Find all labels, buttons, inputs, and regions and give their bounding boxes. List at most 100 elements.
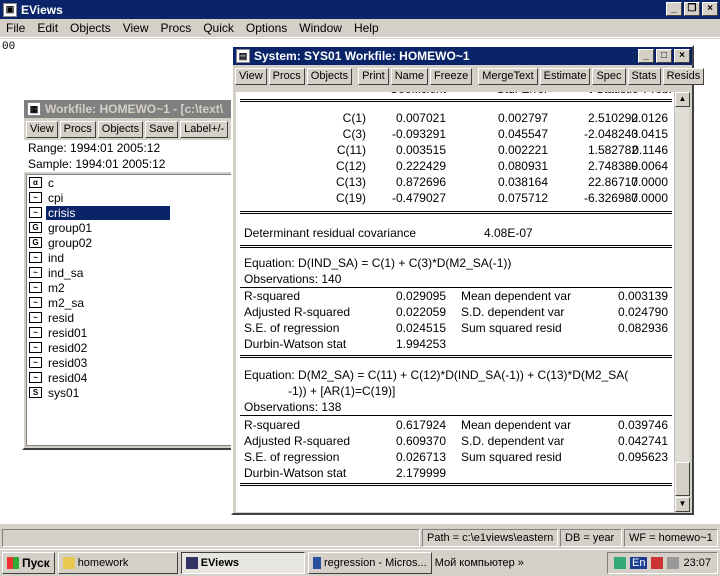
workfile-object-ind_sa[interactable]: ~ ind_sa <box>27 265 237 280</box>
menu-procs[interactable]: Procs <box>155 21 198 35</box>
workfile-object-crisis[interactable]: ~ crisis <box>27 205 237 220</box>
series-icon: ~ <box>29 252 42 263</box>
system-view-button[interactable]: View <box>235 67 267 85</box>
eq1-stat-row: R-squared 0.029095 Mean dependent var 0.003… <box>236 289 676 305</box>
workfile-object-resid01[interactable]: ~ resid01 <box>27 325 237 340</box>
eq1-stat-row: S.E. of regression 0.024515 Sum squared re… <box>236 321 676 337</box>
series-icon: ~ <box>29 342 42 353</box>
system-output: CoefficientStd. Errort-StatisticProb.C(1… <box>236 92 677 512</box>
workfile-object-label: ind_sa <box>48 265 84 280</box>
system-estimate-button[interactable]: Estimate <box>539 67 591 85</box>
eq2-stat-row: Adjusted R-squared 0.609370 S.D. dependent… <box>236 434 676 450</box>
system-close-button[interactable]: × <box>674 49 690 63</box>
coef-std-error: 0.045547 <box>497 127 548 141</box>
eq1-observations-text: Observations: 140 <box>244 272 342 286</box>
workfile-title: Workfile: HOMEWO~1 - [c:\text\ <box>45 102 224 116</box>
coef-row: C(12) 0.222429 0.080931 2.748389 0.0064 <box>236 159 676 175</box>
coef-std-error: 0.002221 <box>497 143 548 157</box>
eviews-app-icon: ▣ <box>3 2 17 17</box>
status-path: Path = c:\e1views\eastern <box>422 529 558 547</box>
stat-label: Durbin-Watson stat <box>244 337 347 351</box>
desktop-toolbar-label[interactable]: Мой компьютер <box>435 557 515 569</box>
network-icon[interactable] <box>614 557 626 569</box>
coef-std-error: 0.075712 <box>497 191 548 205</box>
system-print-button[interactable]: Print <box>358 67 389 85</box>
system-mergetext-button[interactable]: MergeText <box>478 67 538 85</box>
start-label: Пуск <box>22 556 50 570</box>
stat-label: S.E. of regression <box>244 450 340 464</box>
stat-value: 0.024790 <box>617 305 668 319</box>
workfile-icon: ▦ <box>27 102 41 116</box>
stat-value: 0.029095 <box>395 289 446 303</box>
workfile-object-cpi[interactable]: ~ cpi <box>27 190 237 205</box>
series-icon: ~ <box>29 207 42 218</box>
system-object-icon: S <box>29 387 42 398</box>
group-icon: G <box>29 237 42 248</box>
task-eviews[interactable]: EViews <box>180 552 305 574</box>
system-procs-button[interactable]: Procs <box>268 67 305 85</box>
workfile-object-ind[interactable]: ~ ind <box>27 250 237 265</box>
task-word[interactable]: regression - Micros... <box>307 552 432 574</box>
workfile-label-button[interactable]: Label+/- <box>180 120 229 138</box>
workfile-object-label: m2 <box>48 280 65 295</box>
menu-options[interactable]: Options <box>240 21 293 35</box>
stat-value: 0.026713 <box>395 450 446 464</box>
menu-edit[interactable]: Edit <box>31 21 64 35</box>
system-maximize-button[interactable]: □ <box>656 49 672 63</box>
system-objects-button[interactable]: Objects <box>306 67 353 85</box>
stat-value: 0.617924 <box>395 418 446 432</box>
toolbar-chevron-icon[interactable]: » <box>518 557 524 569</box>
system-spec-button[interactable]: Spec <box>592 67 626 85</box>
system-minimize-button[interactable]: _ <box>638 49 654 63</box>
workfile-save-button[interactable]: Save <box>145 120 179 138</box>
stat-label: R-squared <box>244 418 301 432</box>
system-name-button[interactable]: Name <box>390 67 429 85</box>
volume-icon[interactable] <box>667 557 680 569</box>
vertical-scrollbar[interactable]: ▲ ▼ <box>674 92 690 512</box>
workfile-object-label: resid01 <box>48 325 88 340</box>
tray-app-icon[interactable] <box>651 557 664 569</box>
menu-help[interactable]: Help <box>348 21 385 35</box>
scroll-thumb[interactable] <box>675 462 690 496</box>
menu-objects[interactable]: Objects <box>64 21 117 35</box>
scroll-down-arrow-icon[interactable]: ▼ <box>675 497 690 512</box>
workfile-object-resid03[interactable]: ~ resid03 <box>27 355 237 370</box>
close-button[interactable]: × <box>702 2 718 16</box>
workfile-view-button[interactable]: View <box>26 120 58 138</box>
task-homework[interactable]: homework <box>57 552 178 574</box>
stat-label: Adjusted R-squared <box>244 434 351 448</box>
workfile-object-resid[interactable]: ~ resid <box>27 310 237 325</box>
coef-std-error: 0.002797 <box>497 111 548 125</box>
coef-std-error: 0.038164 <box>497 175 548 189</box>
language-indicator[interactable]: En <box>630 557 648 569</box>
coef-prob: 0.0000 <box>631 175 668 189</box>
start-button[interactable]: Пуск <box>2 552 55 574</box>
system-stats-button[interactable]: Stats <box>627 67 661 85</box>
restore-button[interactable]: ❐ <box>684 2 700 16</box>
workfile-object-sys01[interactable]: Ssys01 <box>27 385 237 400</box>
workfile-titlebar[interactable]: ▦ Workfile: HOMEWO~1 - [c:\text\ <box>24 100 240 118</box>
scroll-up-arrow-icon[interactable]: ▲ <box>675 92 690 107</box>
system-freeze-button[interactable]: Freeze <box>430 67 473 85</box>
status-db: DB = year <box>560 529 622 547</box>
workfile-object-m2_sa[interactable]: ~ m2_sa <box>27 295 237 310</box>
stat-label: Sum squared resid <box>461 321 562 335</box>
workfile-object-group01[interactable]: Ggroup01 <box>27 220 237 235</box>
menu-quick[interactable]: Quick <box>197 21 240 35</box>
workfile-objects-button[interactable]: Objects <box>97 120 144 138</box>
minimize-button[interactable]: _ <box>666 2 682 16</box>
workfile-object-c[interactable]: αc <box>27 175 237 190</box>
header-coefficient: Coefficient <box>346 92 446 96</box>
system-resids-button[interactable]: Resids <box>662 67 705 85</box>
coef-value: 0.222429 <box>395 159 446 173</box>
workfile-object-m2[interactable]: ~ m2 <box>27 280 237 295</box>
menu-window[interactable]: Window <box>293 21 348 35</box>
eq1-equation-text: Equation: D(IND_SA) = C(1) + C(3)*D(M2_S… <box>244 256 512 270</box>
workfile-object-resid02[interactable]: ~ resid02 <box>27 340 237 355</box>
menu-file[interactable]: File <box>0 21 31 35</box>
workfile-object-resid04[interactable]: ~ resid04 <box>27 370 237 385</box>
menu-view[interactable]: View <box>117 21 155 35</box>
system-titlebar[interactable]: ▤ System: SYS01 Workfile: HOMEWO~1 _ □ × <box>233 47 692 65</box>
workfile-procs-button[interactable]: Procs <box>59 120 96 138</box>
workfile-object-group02[interactable]: Ggroup02 <box>27 235 237 250</box>
